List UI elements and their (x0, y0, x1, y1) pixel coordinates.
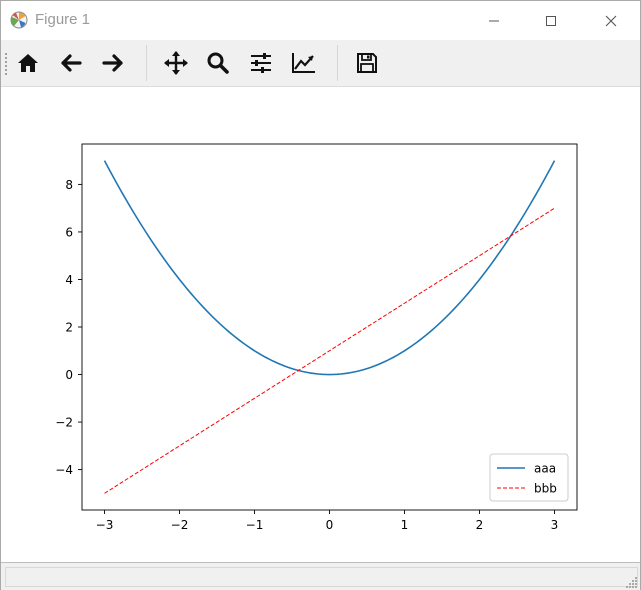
save-button[interactable] (350, 46, 384, 80)
window-title: Figure 1 (35, 11, 91, 28)
y-tick-label: −2 (55, 416, 73, 430)
edit-axes-icon (292, 53, 315, 73)
pan-move-icon (164, 51, 188, 75)
toolbar-grip-icon (5, 53, 7, 75)
figure-window: Figure 1 −3 −2 −1 0 1 2 3 −4 −2 0 2 4 6 … (0, 0, 641, 590)
home-icon (18, 54, 38, 72)
back-arrow-icon (61, 54, 82, 72)
y-tick-label: 0 (65, 368, 73, 382)
pan-button[interactable] (159, 46, 193, 80)
title-bar: Figure 1 (1, 1, 640, 40)
maximize-button[interactable] (528, 1, 574, 40)
y-tick-label: 6 (65, 225, 73, 239)
minimize-icon (489, 20, 499, 21)
x-tick-label: 3 (551, 518, 559, 532)
edit-axes-button[interactable] (287, 46, 321, 80)
series-line-bbb (104, 207, 555, 494)
matplotlib-app-icon (10, 11, 28, 29)
save-floppy-icon (357, 53, 377, 73)
minimize-button[interactable] (471, 1, 517, 40)
x-tick-label: 0 (326, 518, 334, 532)
legend-label-bbb: bbb (534, 482, 557, 496)
x-tick-label: 2 (476, 518, 484, 532)
y-tick-label: 8 (65, 178, 73, 192)
resize-grip-icon[interactable] (626, 576, 638, 588)
forward-button[interactable] (96, 46, 130, 80)
x-tick-label: 1 (401, 518, 409, 532)
plot-area[interactable]: −3 −2 −1 0 1 2 3 −4 −2 0 2 4 6 8 aaa bbb (1, 87, 640, 562)
series-line-aaa (103, 160, 556, 376)
y-tick-label: −4 (55, 463, 73, 477)
home-button[interactable] (11, 46, 45, 80)
zoom-button[interactable] (201, 46, 235, 80)
toolbar-separator (146, 45, 147, 81)
x-tick-label: −2 (171, 518, 189, 532)
toolbar-separator (337, 45, 338, 81)
x-tick-label: −1 (246, 518, 264, 532)
back-button[interactable] (54, 46, 88, 80)
x-tick-label: −3 (96, 518, 114, 532)
y-tick-label: 4 (65, 273, 73, 287)
zoom-magnifier-icon (207, 52, 229, 74)
maximize-icon (546, 15, 556, 26)
subplots-sliders-icon (251, 53, 271, 73)
figure-canvas[interactable]: −3 −2 −1 0 1 2 3 −4 −2 0 2 4 6 8 aaa bbb (1, 87, 640, 562)
navigation-toolbar (1, 40, 640, 87)
legend-label-aaa: aaa (534, 462, 556, 476)
status-bar (1, 562, 640, 590)
y-tick-label: 2 (65, 321, 73, 335)
close-button[interactable] (588, 1, 634, 40)
status-message-area (5, 567, 638, 587)
configure-subplots-button[interactable] (244, 46, 278, 80)
forward-arrow-icon (102, 54, 123, 72)
close-icon (605, 15, 617, 26)
